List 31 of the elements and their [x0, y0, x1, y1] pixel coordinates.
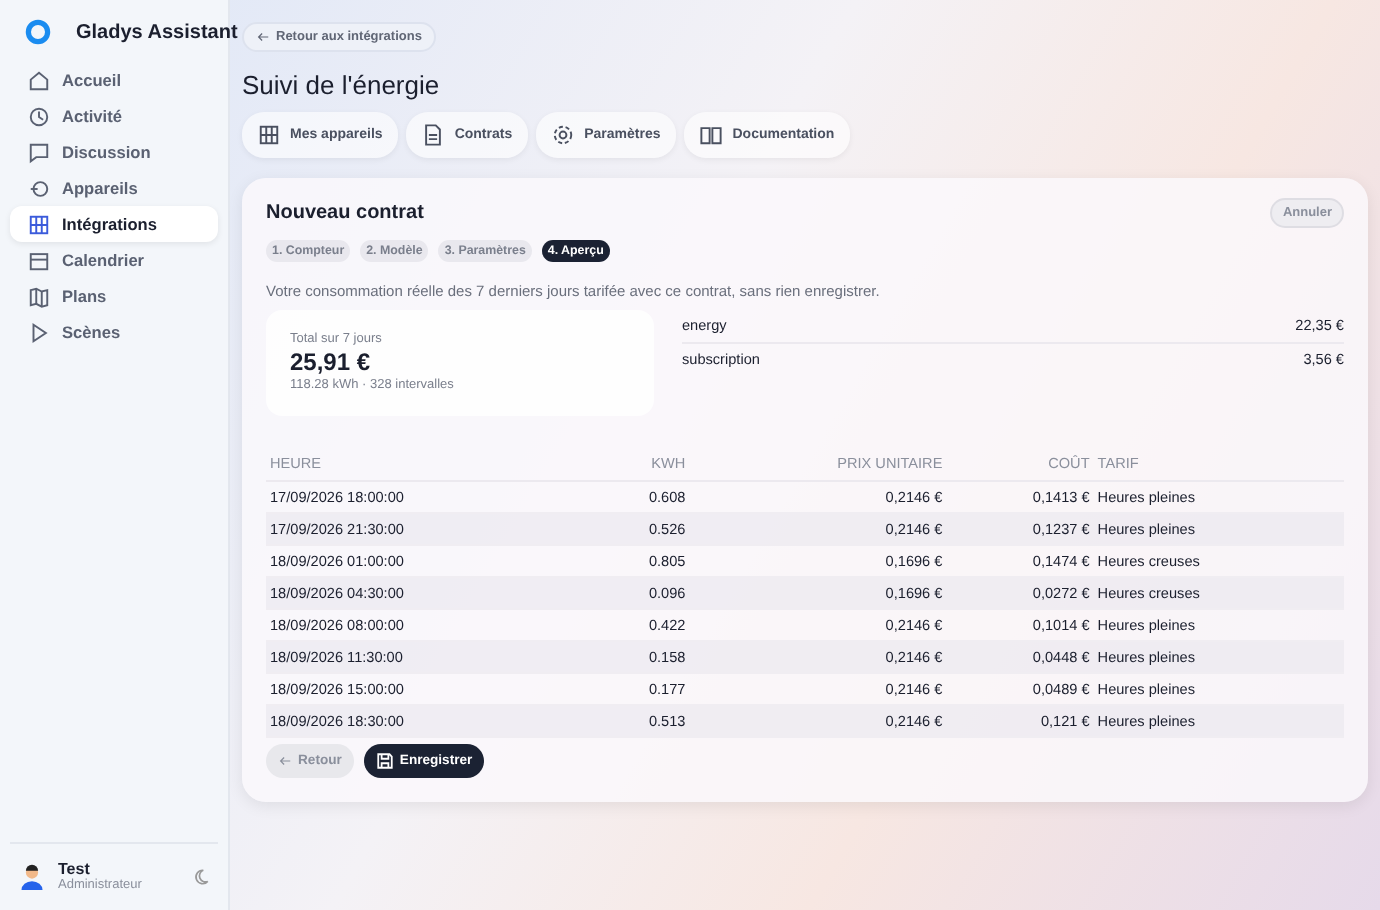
sidebar-item[interactable]: Plans	[10, 278, 218, 314]
page-title: Suivi de l'énergie	[242, 70, 440, 100]
total-value: 25,91 €	[290, 348, 373, 376]
sidebar-item[interactable]: Accueil	[10, 62, 218, 98]
home-icon	[28, 69, 50, 91]
play-icon	[28, 321, 50, 343]
grid-icon	[258, 124, 280, 146]
sidebar-item[interactable]: Discussion	[10, 134, 218, 170]
moon-icon[interactable]	[192, 867, 210, 885]
chat-icon	[28, 141, 50, 163]
book-icon	[700, 124, 723, 146]
grid-icon	[28, 213, 50, 235]
logo-icon	[24, 18, 52, 46]
avatar-icon	[18, 862, 46, 890]
sidebar-item[interactable]: Calendrier	[10, 242, 218, 278]
document-icon	[422, 124, 445, 146]
save-icon	[375, 752, 394, 770]
settings-icon	[552, 124, 575, 146]
user-name: Test	[58, 860, 92, 878]
sidebar-item[interactable]: Appareils	[10, 170, 218, 206]
app-name: Gladys Assistant	[76, 21, 238, 43]
card-title: Nouveau contrat	[266, 202, 424, 224]
sidebar-item[interactable]: Intégrations	[10, 206, 218, 242]
calendar-icon	[28, 249, 50, 271]
arrow-left-icon	[256, 30, 270, 44]
clock-icon	[28, 105, 50, 127]
arrow-left-icon	[278, 754, 292, 768]
device-icon	[28, 177, 50, 199]
sidebar-item[interactable]: Scènes	[10, 314, 218, 350]
map-icon	[28, 285, 50, 307]
sidebar-item[interactable]: Activité	[10, 98, 218, 134]
